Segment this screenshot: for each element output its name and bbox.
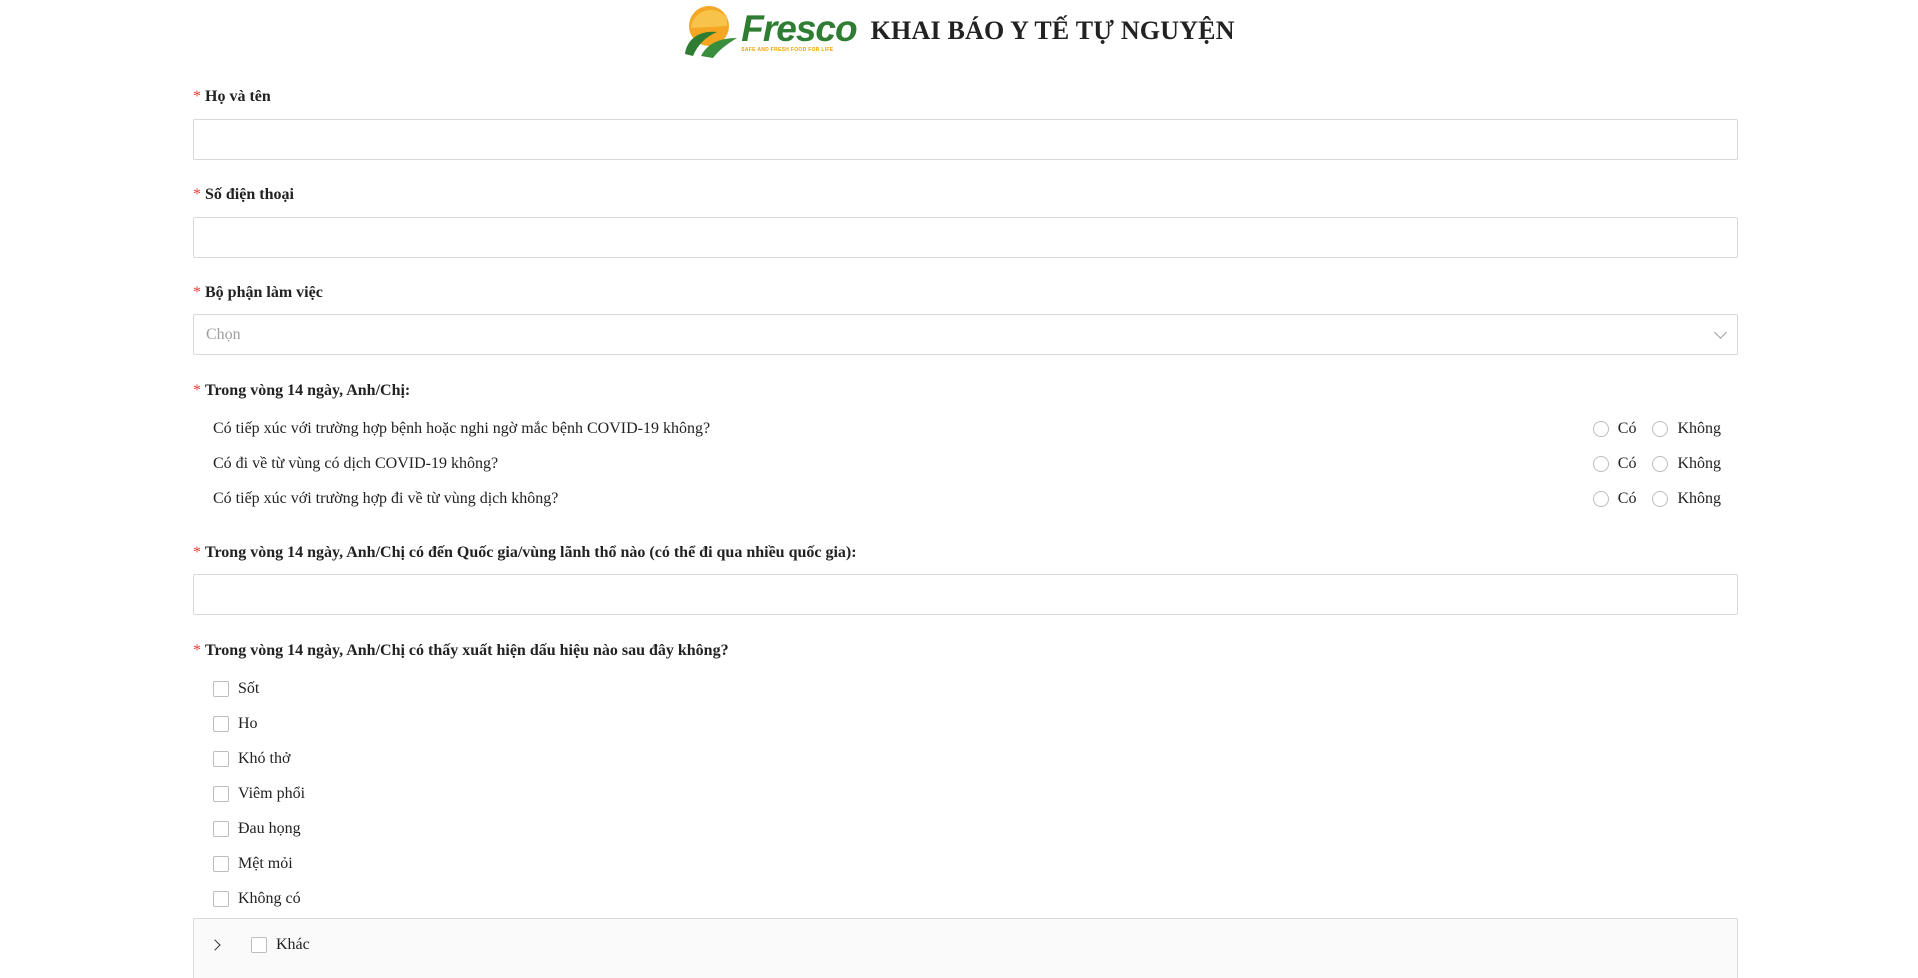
question-text: Có đi về từ vùng có dịch COVID-19 không? xyxy=(213,455,499,472)
radio-yes[interactable]: Có xyxy=(1592,420,1636,438)
radio-yes[interactable]: Có xyxy=(1592,455,1636,473)
required-mark: * xyxy=(193,544,201,561)
radio-no[interactable]: Không xyxy=(1652,455,1721,473)
fresco-logo-icon xyxy=(685,6,738,58)
radio-circle-icon[interactable] xyxy=(1652,491,1669,507)
brand-name: Fresco xyxy=(741,7,857,49)
symptom-checkbox-none[interactable]: Không có xyxy=(213,887,301,911)
phone-input[interactable] xyxy=(193,217,1738,258)
required-mark: * xyxy=(193,88,201,105)
checkbox-icon[interactable] xyxy=(213,856,229,872)
checkbox-icon[interactable] xyxy=(213,821,229,837)
radio-circle-icon[interactable] xyxy=(1592,491,1609,507)
radio-circle-icon[interactable] xyxy=(1652,421,1669,437)
department-label: * Bộ phận làm việc xyxy=(193,284,323,301)
symptoms-label: * Trong vòng 14 ngày, Anh/Chị có thấy xuấ… xyxy=(193,642,729,659)
checkbox-icon[interactable] xyxy=(251,937,267,953)
checkbox-icon[interactable] xyxy=(213,786,229,802)
other-symptom-header[interactable]: Khác xyxy=(194,933,310,957)
radio-no[interactable]: Không xyxy=(1652,420,1721,438)
other-symptom-panel: Khác xyxy=(193,918,1738,978)
symptom-checkbox-other[interactable]: Khác xyxy=(251,936,310,954)
radio-group: Có Không xyxy=(1592,455,1721,473)
exposure-question-3: Có tiếp xúc với trường hợp đi về từ vùng… xyxy=(213,487,1738,511)
department-select-placeholder: Chọn xyxy=(206,325,241,343)
checkbox-icon[interactable] xyxy=(213,891,229,907)
chevron-right-icon[interactable] xyxy=(209,939,221,951)
symptom-checkbox-cough[interactable]: Ho xyxy=(213,712,258,736)
full-name-label: * Họ và tên xyxy=(193,88,271,105)
required-mark: * xyxy=(193,284,201,301)
question-text: Có tiếp xúc với trường hợp đi về từ vùng… xyxy=(213,490,559,507)
fresco-logo: Fresco SAFE AND FRESH FOOD FOR LIFE xyxy=(683,3,858,59)
symptom-checkbox-shortness-of-breath[interactable]: Khó thở xyxy=(213,747,290,771)
question-text: Có tiếp xúc với trường hợp bệnh hoặc ngh… xyxy=(213,420,711,437)
required-mark: * xyxy=(193,642,201,659)
exposure-label: * Trong vòng 14 ngày, Anh/Chị: xyxy=(193,382,411,399)
checkbox-icon[interactable] xyxy=(213,751,229,767)
phone-label: * Số điện thoại xyxy=(193,186,294,203)
checkbox-icon[interactable] xyxy=(213,716,229,732)
symptom-checkbox-sore-throat[interactable]: Đau họng xyxy=(213,817,301,841)
department-select[interactable]: Chọn xyxy=(193,314,1738,355)
exposure-question-2: Có đi về từ vùng có dịch COVID-19 không?… xyxy=(213,452,1738,476)
page-title: KHAI BÁO Y TẾ TỰ NGUYỆN xyxy=(870,16,1235,45)
full-name-input[interactable] xyxy=(193,119,1738,160)
symptom-checkbox-fatigue[interactable]: Mệt mỏi xyxy=(213,852,293,876)
chevron-down-icon xyxy=(1714,325,1727,339)
required-mark: * xyxy=(193,186,201,203)
symptom-checkbox-fever[interactable]: Sốt xyxy=(213,677,259,701)
countries-label: * Trong vòng 14 ngày, Anh/Chị có đến Quốc… xyxy=(193,544,857,561)
brand-tagline: SAFE AND FRESH FOOD FOR LIFE xyxy=(741,46,834,53)
page-header: Fresco SAFE AND FRESH FOOD FOR LIFE KHAI… xyxy=(0,0,1918,62)
countries-input[interactable] xyxy=(193,574,1738,615)
radio-circle-icon[interactable] xyxy=(1592,456,1609,472)
checkbox-icon[interactable] xyxy=(213,681,229,697)
radio-no[interactable]: Không xyxy=(1652,490,1721,508)
radio-circle-icon[interactable] xyxy=(1592,421,1609,437)
radio-group: Có Không xyxy=(1592,420,1721,438)
exposure-question-1: Có tiếp xúc với trường hợp bệnh hoặc ngh… xyxy=(213,417,1738,441)
radio-circle-icon[interactable] xyxy=(1652,456,1669,472)
radio-yes[interactable]: Có xyxy=(1592,490,1636,508)
radio-group: Có Không xyxy=(1592,490,1721,508)
symptom-checkbox-pneumonia[interactable]: Viêm phổi xyxy=(213,782,305,806)
required-mark: * xyxy=(193,382,201,399)
